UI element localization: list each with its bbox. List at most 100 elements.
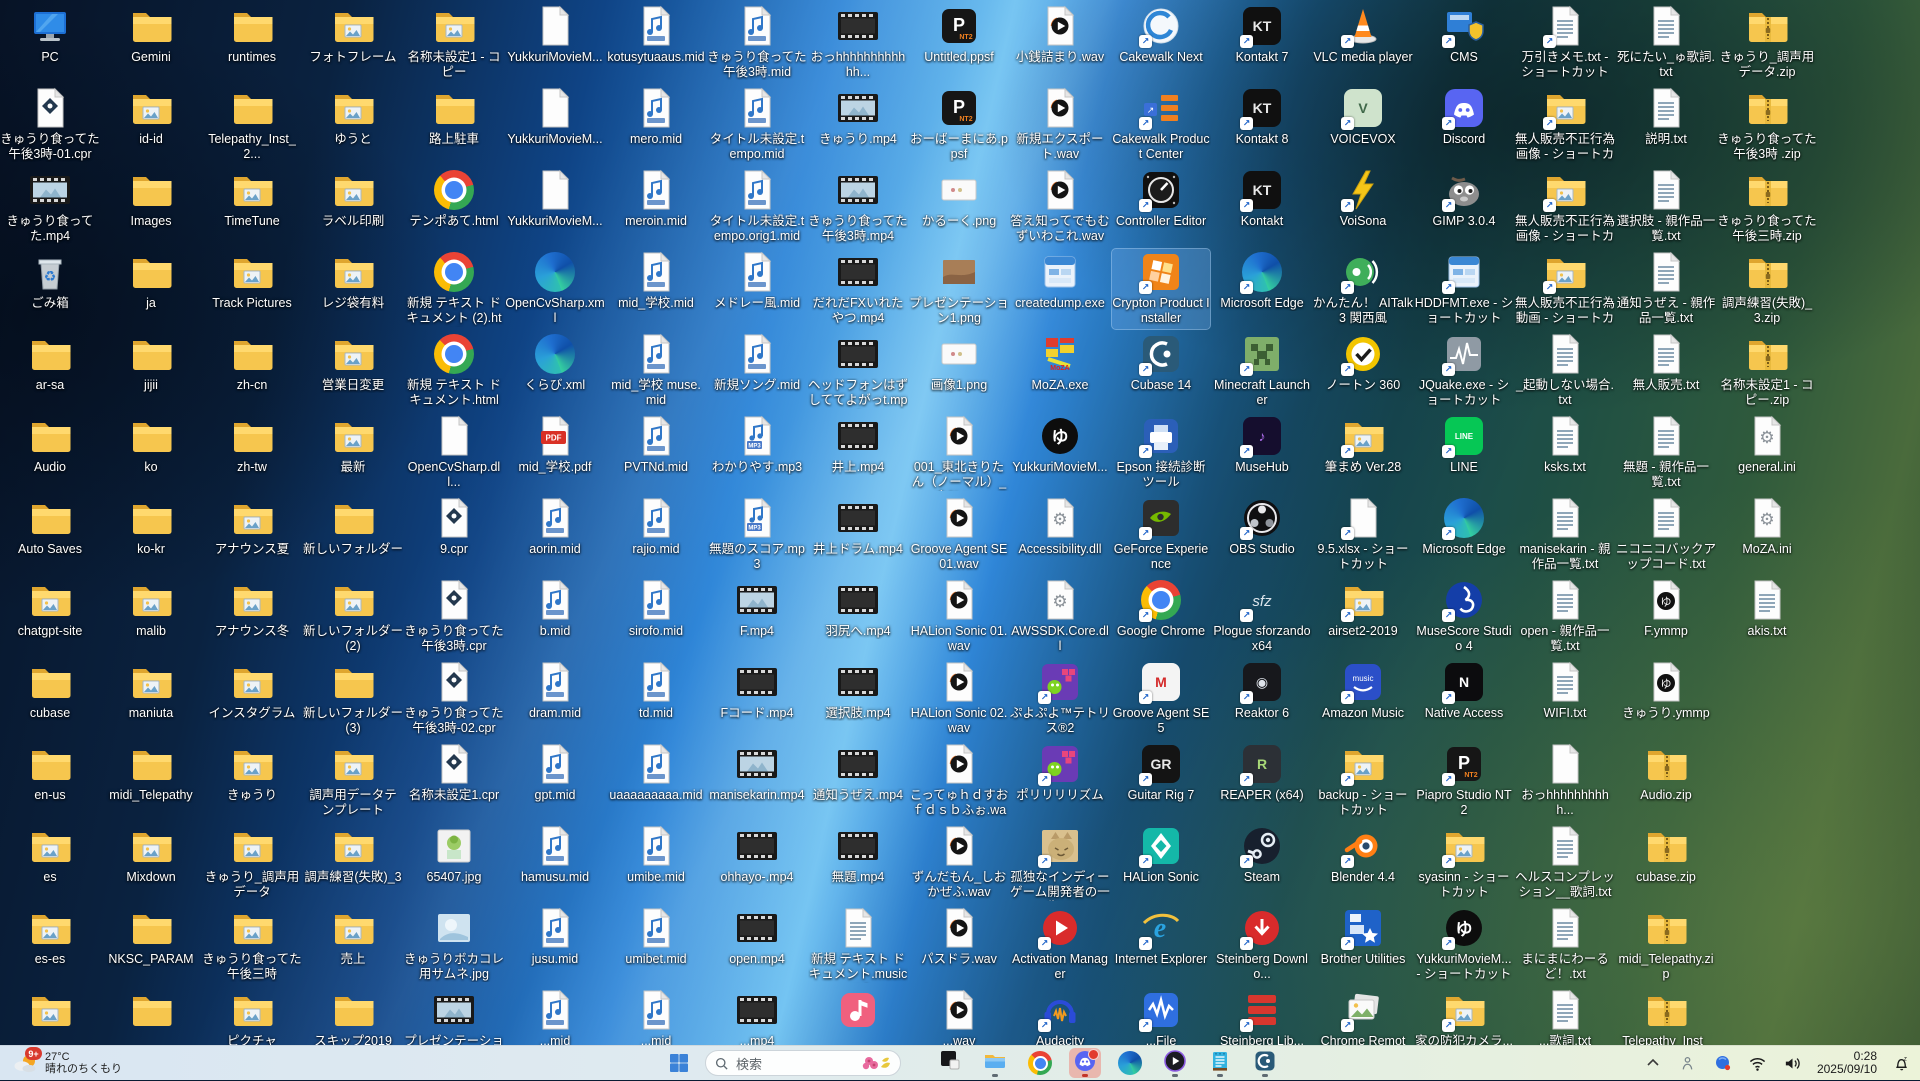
- desktop-icon[interactable]: ↗ 万引きメモ.txt - ショートカット: [1516, 3, 1614, 83]
- desktop-icon[interactable]: 死にたい_ゅ歌詞.txt: [1617, 3, 1715, 83]
- desktop-icon[interactable]: sfz ↗ Plogue sforzando x64: [1213, 577, 1311, 657]
- desktop-icon[interactable]: KT ↗ Kontakt: [1213, 167, 1311, 247]
- desktop-icon[interactable]: ↗ JQuake.exe - ショートカット: [1415, 331, 1513, 411]
- desktop-icon[interactable]: アナウンス冬: [203, 577, 301, 657]
- desktop-icon[interactable]: NKSC_PARAM: [102, 905, 200, 985]
- desktop-icon[interactable]: ◉ ↗ Reaktor 6: [1213, 659, 1311, 739]
- desktop-icon[interactable]: インスタグラム: [203, 659, 301, 739]
- desktop-icon[interactable]: Telepathy_Inst_2...: [203, 85, 301, 165]
- desktop-icon[interactable]: YukkuriMovieM...: [506, 3, 604, 83]
- desktop-icon[interactable]: F.mp4: [708, 577, 806, 657]
- desktop-icon[interactable]: きゅうり食ってた午後3時-02.cpr: [404, 659, 504, 739]
- desktop-icon[interactable]: KT ↗ Kontakt 8: [1213, 85, 1311, 165]
- desktop-icon[interactable]: chatgpt-site: [1, 577, 99, 657]
- desktop-icon[interactable]: ↗ airset2-2019: [1314, 577, 1412, 657]
- desktop-icon[interactable]: MP3 わかりやす.mp3: [708, 413, 806, 493]
- desktop-icon[interactable]: HALion Sonic 01.wav: [910, 577, 1008, 657]
- desktop-icon[interactable]: ♪ ↗ MuseHub: [1213, 413, 1311, 493]
- desktop-icon[interactable]: _起動しない場合.txt: [1516, 331, 1614, 411]
- desktop-icon[interactable]: ゆ ↗ YukkuriMovieM... - ショートカット: [1415, 905, 1513, 985]
- desktop-icon[interactable]: KT ↗ Kontakt 7: [1213, 3, 1311, 83]
- desktop-icon[interactable]: ↗ 9.5.xlsx - ショートカット: [1314, 495, 1412, 575]
- desktop-icon[interactable]: MP3 無題のスコア.mp3: [708, 495, 806, 575]
- desktop-icon[interactable]: uaaaaaaaaa.mid: [607, 741, 705, 821]
- desktop-icon[interactable]: 画像1.png: [910, 331, 1008, 411]
- desktop-icon[interactable]: 新しいフォルダー (2): [303, 577, 403, 657]
- desktop-icon[interactable]: ↗ Blender 4.4: [1314, 823, 1412, 903]
- desktop-icon[interactable]: P NT2 ↗ Piapro Studio NT2: [1415, 741, 1513, 821]
- bell-snooze-icon[interactable]: z: [1890, 1052, 1912, 1074]
- taskbar-app-media-player[interactable]: [1159, 1048, 1191, 1078]
- desktop-icon[interactable]: ksks.txt: [1516, 413, 1614, 493]
- desktop-icon[interactable]: PC: [1, 3, 99, 83]
- desktop-icon[interactable]: 営業日変更: [304, 331, 402, 411]
- desktop-icon[interactable]: ↗ かんたん！ AITalk 3 関西風: [1313, 249, 1413, 329]
- desktop-icon[interactable]: おっhhhhhhhhhh...: [1516, 741, 1614, 821]
- desktop-icon[interactable]: ↗ Activation Manager: [1011, 905, 1109, 985]
- desktop-icon[interactable]: PDF mid_学校.pdf: [506, 413, 604, 493]
- hidden-icons-chevron-icon[interactable]: [1642, 1052, 1664, 1074]
- desktop-icon[interactable]: 通知うぜえ.mp4: [809, 741, 907, 821]
- desktop-icon[interactable]: ↗ backup - ショートカット: [1314, 741, 1412, 821]
- desktop-icon[interactable]: 9.cpr: [405, 495, 503, 575]
- desktop-icon[interactable]: sirofo.mid: [607, 577, 705, 657]
- desktop-icon[interactable]: Groove Agent SE 01.wav: [910, 495, 1008, 575]
- desktop-icon[interactable]: 新しいフォルダー (3): [303, 659, 403, 739]
- desktop-icon[interactable]: ゆ YukkuriMovieM...: [1011, 413, 1109, 493]
- desktop-icon[interactable]: 井上ドラム.mp4: [809, 495, 907, 575]
- desktop-icon[interactable]: mero.mid: [607, 85, 705, 165]
- desktop-icon[interactable]: OpenCvSharp.xml: [505, 249, 605, 329]
- desktop-icon[interactable]: ↗ Crypton Product Installer: [1111, 248, 1211, 330]
- desktop-icon[interactable]: Fコード.mp4: [708, 659, 806, 739]
- desktop-icon[interactable]: zh-tw: [203, 413, 301, 493]
- desktop-icon[interactable]: だれだFXいれたやつ.mp4: [809, 249, 907, 329]
- desktop-icon[interactable]: dram.mid: [506, 659, 604, 739]
- desktop-icon[interactable]: くらび.xml: [506, 331, 604, 411]
- desktop-icon[interactable]: ⚙ MoZA.ini: [1718, 495, 1816, 575]
- desktop-icon[interactable]: 新規 テキスト ドキュメント.html: [405, 331, 503, 411]
- desktop-icon[interactable]: ↗ VLC media player: [1313, 3, 1413, 83]
- desktop-icon[interactable]: ja: [102, 249, 200, 329]
- desktop-icon[interactable]: 新規エクスポート.wav: [1011, 85, 1109, 165]
- desktop-icon[interactable]: ↗ Controller Editor: [1112, 167, 1210, 247]
- taskbar-app-google-chrome[interactable]: [1024, 1048, 1056, 1078]
- desktop-icon[interactable]: メドレー風.mid: [708, 249, 806, 329]
- desktop-icon[interactable]: Gemini: [102, 3, 200, 83]
- desktop-icon[interactable]: おっhhhhhhhhhhhh...: [809, 3, 907, 83]
- desktop-icon[interactable]: MoZA MoZA.exe: [1011, 331, 1109, 411]
- desktop-icon[interactable]: music ↗ Amazon Music: [1314, 659, 1412, 739]
- desktop-icon[interactable]: ヘッドフォンはずしててよがっt.mp4: [808, 331, 908, 411]
- desktop-icon[interactable]: ↗ Google Chrome: [1112, 577, 1210, 657]
- desktop-icon[interactable]: きゅうり食ってた.mp4: [1, 167, 99, 247]
- desktop-icon[interactable]: ↗ MuseScore Studio 4: [1415, 577, 1513, 657]
- desktop-icon[interactable]: N ↗ Native Access: [1415, 659, 1513, 739]
- desktop-icon[interactable]: ohhayo-.mp4: [708, 823, 806, 903]
- desktop-icon[interactable]: 最新: [304, 413, 402, 493]
- desktop-icon[interactable]: ↗ GeForce Experience: [1112, 495, 1210, 575]
- desktop-icon[interactable]: レジ袋有料: [304, 249, 402, 329]
- desktop-icon[interactable]: open - 親作品一覧.txt: [1516, 577, 1614, 657]
- desktop-icon[interactable]: ↗ HDDFMT.exe - ショートカット: [1415, 249, 1513, 329]
- taskbar-app-notepad[interactable]: [1204, 1048, 1236, 1078]
- desktop-icon[interactable]: きゅうり食ってた午後三時.zip: [1717, 167, 1817, 247]
- desktop-icon[interactable]: ♻ ごみ箱: [1, 249, 99, 329]
- desktop-icon[interactable]: 無人販売.txt: [1617, 331, 1715, 411]
- desktop-icon[interactable]: umibe.mid: [607, 823, 705, 903]
- desktop-icon[interactable]: アナウンス夏: [203, 495, 301, 575]
- desktop-icon[interactable]: open.mp4: [708, 905, 806, 985]
- desktop-icon[interactable]: きゅうり食ってた午後3時 .zip: [1717, 85, 1817, 165]
- desktop-icon[interactable]: manisekarin.mp4: [708, 741, 806, 821]
- desktop-icon[interactable]: YukkuriMovieM...: [506, 85, 604, 165]
- desktop-icon[interactable]: GR ↗ Guitar Rig 7: [1112, 741, 1210, 821]
- desktop-icon[interactable]: Audio: [1, 413, 99, 493]
- desktop-icon[interactable]: Mixdown: [102, 823, 200, 903]
- desktop-icon[interactable]: ゆきゅうり.ymmp: [1617, 659, 1715, 739]
- desktop-icon[interactable]: 001_東北きりたん（ノーマル）_今じゃ...: [910, 413, 1008, 493]
- desktop-icon[interactable]: 調声練習(失敗)_3: [304, 823, 402, 903]
- desktop-icon[interactable]: gpt.mid: [506, 741, 604, 821]
- desktop-wallpaper[interactable]: PC Gemini runtimes フォトフレーム 名称未設定1 - コピー Yukku…: [0, 0, 1920, 1063]
- clock[interactable]: 0:28 2025/09/10: [1817, 1049, 1877, 1077]
- desktop-icon[interactable]: 65407.jpg: [405, 823, 503, 903]
- desktop-icon[interactable]: Auto Saves: [1, 495, 99, 575]
- search-input[interactable]: 検索: [705, 1050, 901, 1076]
